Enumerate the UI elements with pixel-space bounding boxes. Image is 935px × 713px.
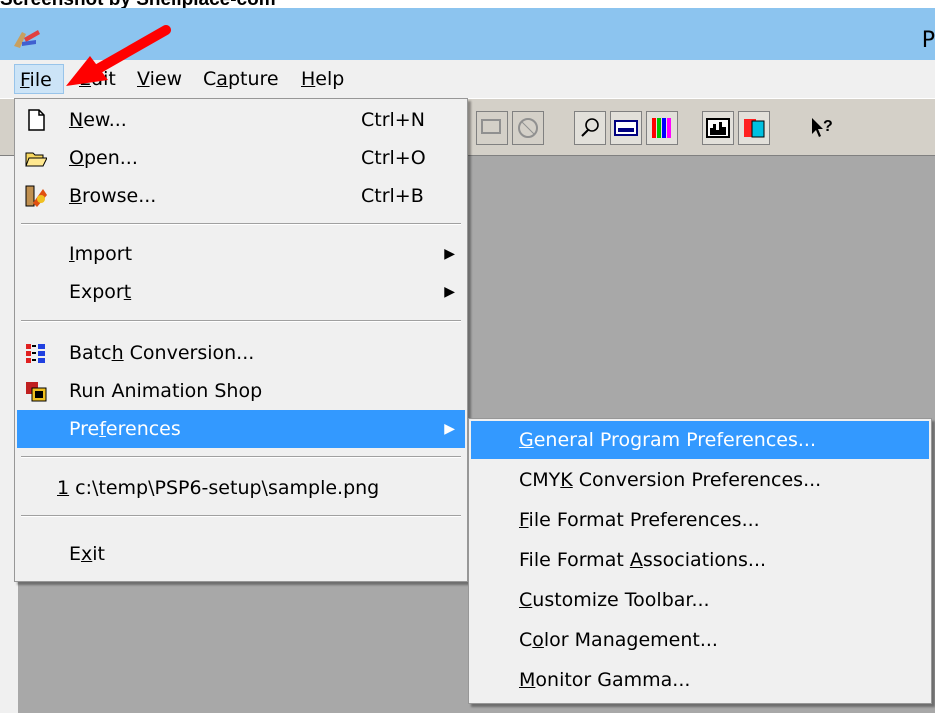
svg-text:?: ?	[823, 118, 833, 135]
submenu-item-cmyk-conversion-preferences[interactable]: CMYK Conversion Preferences...	[471, 461, 929, 499]
menu-separator	[21, 320, 461, 322]
open-folder-icon	[25, 152, 47, 167]
app-icon	[14, 30, 40, 48]
menu-item-new[interactable]: New... Ctrl+N	[17, 101, 465, 139]
preferences-submenu: General Program Preferences... CMYK Conv…	[468, 418, 932, 704]
menu-separator	[21, 515, 461, 517]
toolbar-button-layers[interactable]	[738, 111, 770, 145]
menu-capture[interactable]: Capture	[198, 64, 284, 94]
toolbar-button-palette[interactable]	[646, 111, 678, 145]
context-help-icon: ?	[812, 118, 833, 137]
dial-icon	[518, 118, 538, 138]
submenu-arrow-icon: ▶	[444, 284, 455, 300]
histogram-icon	[706, 118, 730, 138]
toolbar-button-help[interactable]: ?	[806, 111, 838, 145]
submenu-item-file-format-preferences[interactable]: File Format Preferences...	[471, 501, 929, 539]
toolbar-button-overview[interactable]	[610, 111, 642, 145]
toolbar-button-slideshow[interactable]	[476, 111, 508, 145]
submenu-arrow-icon: ▶	[444, 421, 455, 437]
submenu-item-customize-toolbar[interactable]: Customize Toolbar...	[471, 581, 929, 619]
submenu-item-file-format-associations[interactable]: File Format Associations...	[471, 541, 929, 579]
menu-item-export[interactable]: Export ▶	[17, 273, 465, 311]
magnifier-icon	[581, 118, 599, 137]
menu-help[interactable]: Help	[296, 64, 349, 94]
menu-separator	[21, 223, 461, 225]
menu-item-open[interactable]: Open... Ctrl+O	[17, 139, 465, 177]
toolbar-button-zoom[interactable]	[574, 111, 606, 145]
menu-item-recent-file[interactable]: 1 c:\temp\PSP6-setup\sample.png	[17, 469, 465, 507]
animation-shop-icon	[26, 382, 47, 402]
menu-file[interactable]: File	[14, 64, 64, 94]
toolbar-button-dial[interactable]	[512, 111, 544, 145]
menu-item-exit[interactable]: Exit	[17, 535, 465, 573]
menu-item-import[interactable]: Import ▶	[17, 235, 465, 273]
menu-item-preferences[interactable]: Preferences ▶	[17, 410, 465, 448]
file-menu: New... Ctrl+N Open... Ctrl+O Browse... C…	[14, 98, 468, 582]
submenu-item-color-management[interactable]: Color Management...	[471, 621, 929, 659]
screenshot-caption: Screenshot by Shellplace-com	[0, 0, 935, 8]
window-title: P	[921, 28, 935, 53]
menu-item-batch-conversion[interactable]: Batch Conversion...	[17, 334, 465, 372]
red-arrow-annotation	[66, 25, 171, 86]
color-palette-icon	[652, 118, 671, 138]
browse-icon	[25, 185, 47, 207]
menu-item-run-animation-shop[interactable]: Run Animation Shop	[17, 372, 465, 410]
overview-icon	[614, 120, 638, 136]
toolbar-button-histogram[interactable]	[702, 111, 734, 145]
submenu-item-general-program-preferences[interactable]: General Program Preferences...	[471, 421, 929, 459]
layers-icon	[744, 119, 765, 138]
submenu-item-monitor-gamma[interactable]: Monitor Gamma...	[471, 661, 929, 699]
submenu-arrow-icon: ▶	[444, 246, 455, 262]
menu-item-browse[interactable]: Browse... Ctrl+B	[17, 177, 465, 215]
new-file-icon	[28, 109, 45, 131]
slideshow-icon	[481, 119, 501, 134]
menu-separator	[21, 456, 461, 458]
batch-icon	[26, 344, 45, 363]
